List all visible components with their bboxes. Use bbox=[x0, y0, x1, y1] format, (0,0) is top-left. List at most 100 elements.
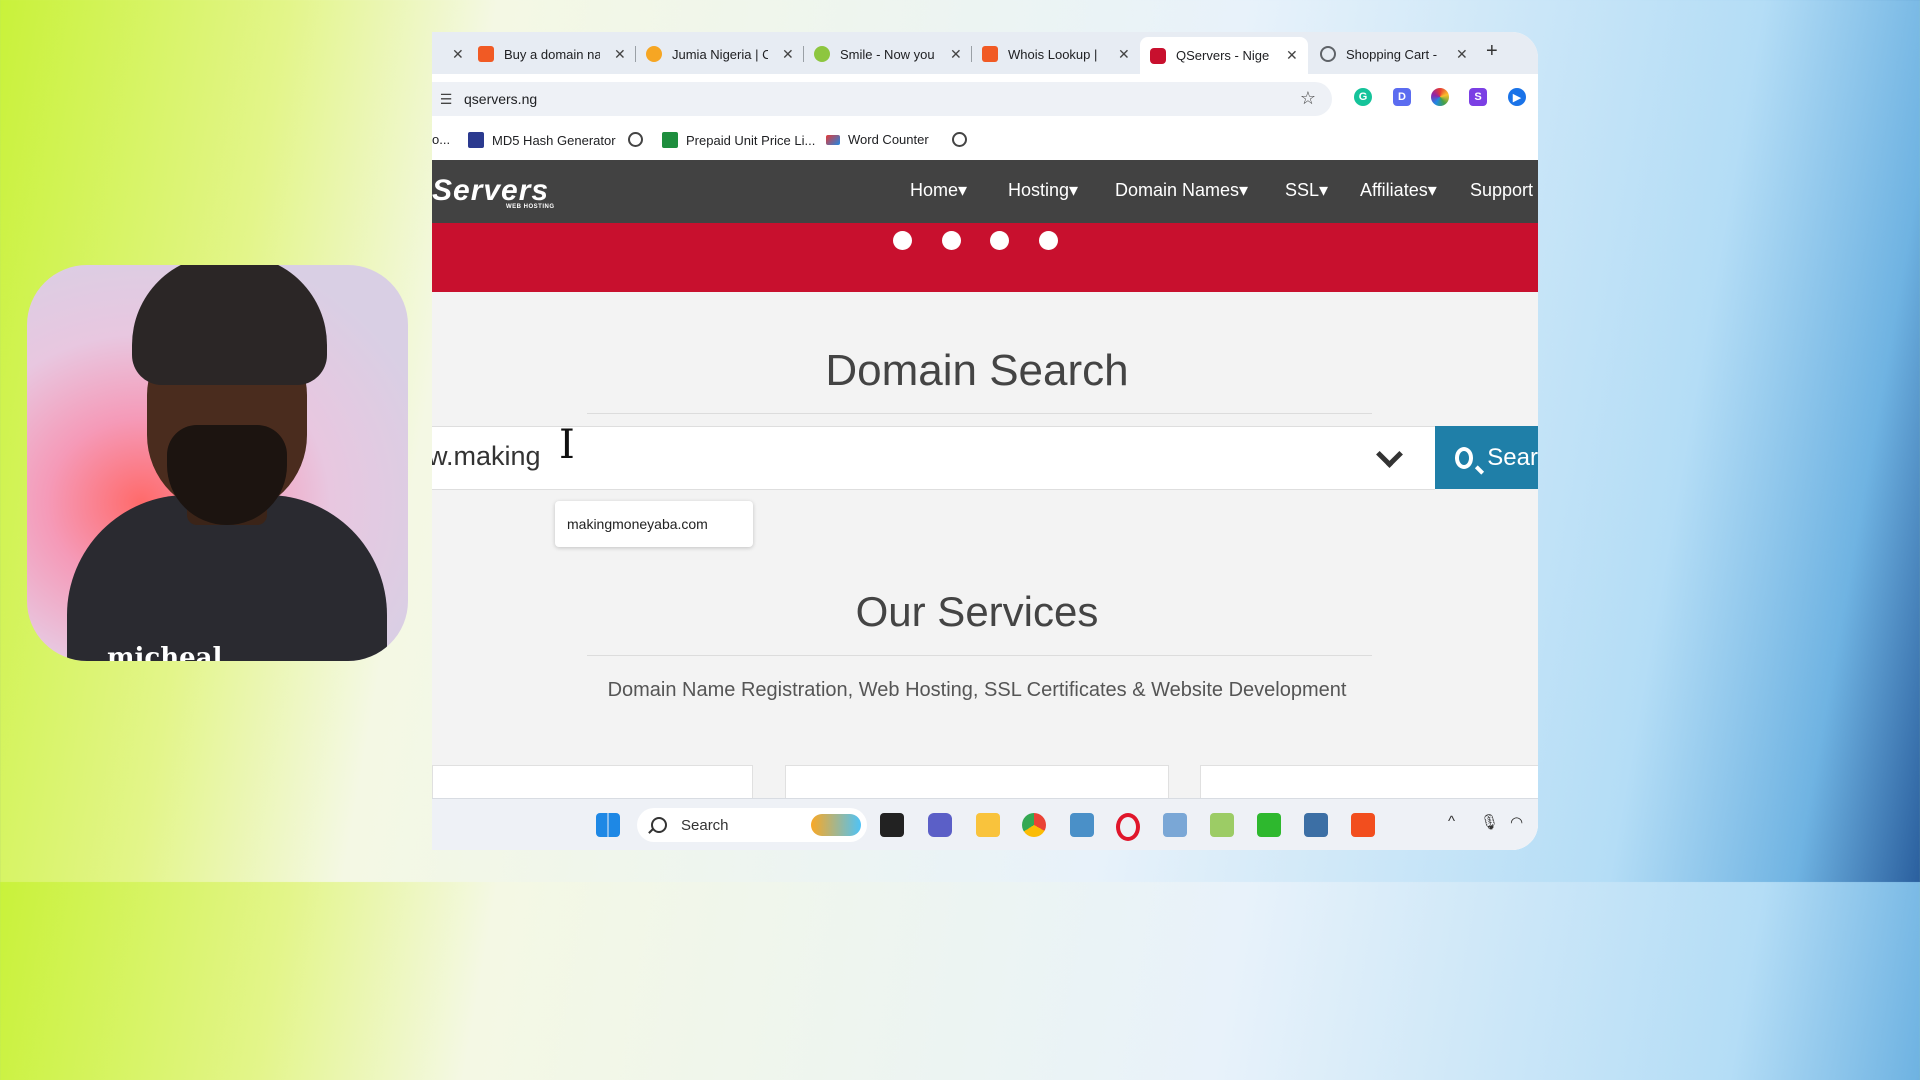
tab-title: QServers - Nige bbox=[1176, 48, 1270, 63]
bookmark-star-icon[interactable]: ☆ bbox=[1300, 88, 1316, 109]
webcam-caption: micheal bbox=[107, 643, 223, 661]
camtasia-icon[interactable] bbox=[1257, 813, 1281, 837]
services-subtitle: Domain Name Registration, Web Hosting, S… bbox=[607, 679, 1347, 701]
notepad-icon[interactable] bbox=[1210, 813, 1234, 837]
caret-down-icon: ▾ bbox=[1069, 180, 1079, 200]
tab-title: Smile - Now you bbox=[840, 46, 935, 62]
nav-label: Affiliates bbox=[1360, 180, 1428, 200]
extension-play-icon[interactable]: ▶ bbox=[1508, 88, 1526, 106]
windows-taskbar: Search ^ 🎙 ◠ bbox=[432, 798, 1538, 850]
nav-hosting[interactable]: Hosting▾ bbox=[1008, 180, 1078, 201]
text-cursor-icon: I bbox=[559, 422, 575, 468]
nav-affiliates[interactable]: Affiliates▾ bbox=[1360, 180, 1437, 201]
services-heading: Our Services bbox=[855, 588, 1099, 635]
address-url[interactable]: qservers.ng bbox=[464, 91, 537, 107]
hero-banner bbox=[432, 223, 1538, 292]
microphone-icon[interactable]: 🎙 bbox=[1480, 813, 1499, 831]
tab-close-icon[interactable]: ✕ bbox=[1456, 46, 1468, 63]
file-explorer-icon[interactable] bbox=[976, 813, 1000, 837]
capcut-icon[interactable] bbox=[1351, 813, 1375, 837]
webcam-hat bbox=[132, 265, 327, 385]
tab-close-icon[interactable]: ✕ bbox=[782, 46, 794, 63]
bookmark-partial[interactable]: o... bbox=[432, 132, 450, 147]
tab-strip: ✕ Buy a domain na ✕ Jumia Nigeria | C ✕ … bbox=[432, 32, 1538, 74]
site-navbar: Servers WEB HOSTING Home▾ Hosting▾ Domai… bbox=[432, 160, 1538, 223]
bookmark-history[interactable] bbox=[952, 132, 975, 147]
nav-label: Home bbox=[910, 180, 959, 200]
performance-monitor-icon[interactable] bbox=[1163, 813, 1187, 837]
tab-qservers[interactable]: QServers - Nige ✕ bbox=[1140, 37, 1308, 74]
tab-favicon-icon bbox=[1150, 47, 1166, 64]
tab-close-icon[interactable]: ✕ bbox=[1286, 47, 1298, 64]
search-icon bbox=[651, 817, 667, 833]
carousel-dot[interactable] bbox=[990, 231, 1009, 250]
tab-close-icon[interactable]: ✕ bbox=[950, 46, 962, 63]
chevron-down-icon[interactable] bbox=[1376, 441, 1403, 468]
nav-support[interactable]: Support bbox=[1470, 180, 1533, 201]
nav-label: Hosting bbox=[1008, 180, 1070, 200]
site-logo[interactable]: Servers bbox=[432, 174, 549, 208]
carousel-dot[interactable] bbox=[942, 231, 961, 250]
sheets-favicon-icon bbox=[662, 132, 678, 148]
tab-partial-close[interactable]: ✕ bbox=[438, 39, 464, 69]
chrome-icon[interactable] bbox=[1022, 813, 1046, 837]
tab-favicon-icon bbox=[982, 46, 998, 62]
nav-label: Domain Names bbox=[1115, 180, 1240, 200]
color-picker-icon[interactable] bbox=[1431, 88, 1449, 106]
carousel-dot[interactable] bbox=[1039, 231, 1058, 250]
domain-search-bar bbox=[432, 426, 1435, 490]
domain-search-button[interactable]: Sear bbox=[1435, 426, 1538, 489]
tab-whois[interactable]: Whois Lookup | ✕ bbox=[982, 39, 1130, 69]
opera-icon[interactable] bbox=[1116, 813, 1140, 841]
taskbar-search[interactable]: Search bbox=[637, 808, 867, 842]
bookmark-prepaid[interactable]: Prepaid Unit Price Li... bbox=[662, 132, 815, 148]
bookmarks-bar: o... MD5 Hash Generator Prepaid Unit Pri… bbox=[432, 122, 1538, 160]
tab-close-icon[interactable]: ✕ bbox=[1118, 46, 1130, 63]
autocomplete-suggestion[interactable]: makingmoneyaba.com bbox=[555, 501, 753, 547]
tab-title: Buy a domain na bbox=[504, 46, 600, 62]
bookmark-label: Word Counter bbox=[848, 132, 929, 147]
extension-s-icon[interactable]: S bbox=[1469, 88, 1487, 106]
site-logo-subtitle: WEB HOSTING bbox=[506, 204, 555, 210]
bookmark-label: MD5 Hash Generator bbox=[492, 132, 616, 148]
teams-chat-icon[interactable] bbox=[928, 813, 952, 837]
chevron-up-icon[interactable]: ^ bbox=[1448, 813, 1455, 830]
control-panel-icon[interactable] bbox=[1070, 813, 1094, 837]
webcam-overlay: micheal bbox=[27, 265, 408, 661]
calculator-icon[interactable] bbox=[1304, 813, 1328, 837]
tab-buy-domain[interactable]: Buy a domain na ✕ bbox=[478, 39, 626, 69]
tab-favicon-icon bbox=[478, 46, 494, 62]
divider bbox=[587, 413, 1372, 414]
bookmark-md5[interactable]: MD5 Hash Generator bbox=[468, 132, 616, 148]
tab-title: Shopping Cart - bbox=[1346, 46, 1438, 62]
nav-home[interactable]: Home▾ bbox=[910, 180, 967, 201]
extension-d-icon[interactable]: D bbox=[1393, 88, 1411, 106]
bookmark-word-counter[interactable]: Word Counter bbox=[826, 132, 929, 147]
browser-window: ✕ Buy a domain na ✕ Jumia Nigeria | C ✕ … bbox=[432, 32, 1538, 850]
bookmark-globe[interactable] bbox=[628, 132, 651, 147]
wifi-icon[interactable]: ◠ bbox=[1510, 813, 1523, 831]
site-settings-icon[interactable]: ☰ bbox=[434, 91, 458, 108]
search-icon bbox=[1455, 446, 1474, 469]
windows-start-icon[interactable] bbox=[596, 813, 620, 837]
tab-close-icon[interactable]: ✕ bbox=[614, 46, 626, 63]
nav-domain-names[interactable]: Domain Names▾ bbox=[1115, 180, 1248, 201]
word-counter-favicon-icon bbox=[826, 134, 840, 145]
browser-toolbar: ☰ qservers.ng ☆ G D S ▶ bbox=[432, 74, 1538, 122]
carousel-dot[interactable] bbox=[893, 231, 912, 250]
address-bar[interactable]: ☰ qservers.ng ☆ bbox=[432, 82, 1332, 116]
tab-jumia[interactable]: Jumia Nigeria | C ✕ bbox=[646, 39, 794, 69]
task-view-icon[interactable] bbox=[880, 813, 904, 837]
new-tab-button[interactable]: + bbox=[1486, 40, 1498, 63]
tab-title: Whois Lookup | bbox=[1008, 46, 1098, 62]
tab-shopping-cart[interactable]: Shopping Cart - ✕ bbox=[1320, 39, 1468, 69]
taskbar-search-label: Search bbox=[681, 816, 729, 834]
nav-ssl[interactable]: SSL▾ bbox=[1285, 180, 1328, 201]
tab-smile[interactable]: Smile - Now you ✕ bbox=[814, 39, 962, 69]
grammarly-icon[interactable]: G bbox=[1354, 88, 1372, 106]
caret-down-icon: ▾ bbox=[958, 180, 968, 200]
tab-favicon-icon bbox=[646, 46, 662, 62]
tab-close-icon[interactable]: ✕ bbox=[452, 46, 464, 63]
search-highlight-icon bbox=[811, 814, 861, 836]
domain-search-input[interactable] bbox=[432, 441, 1228, 472]
